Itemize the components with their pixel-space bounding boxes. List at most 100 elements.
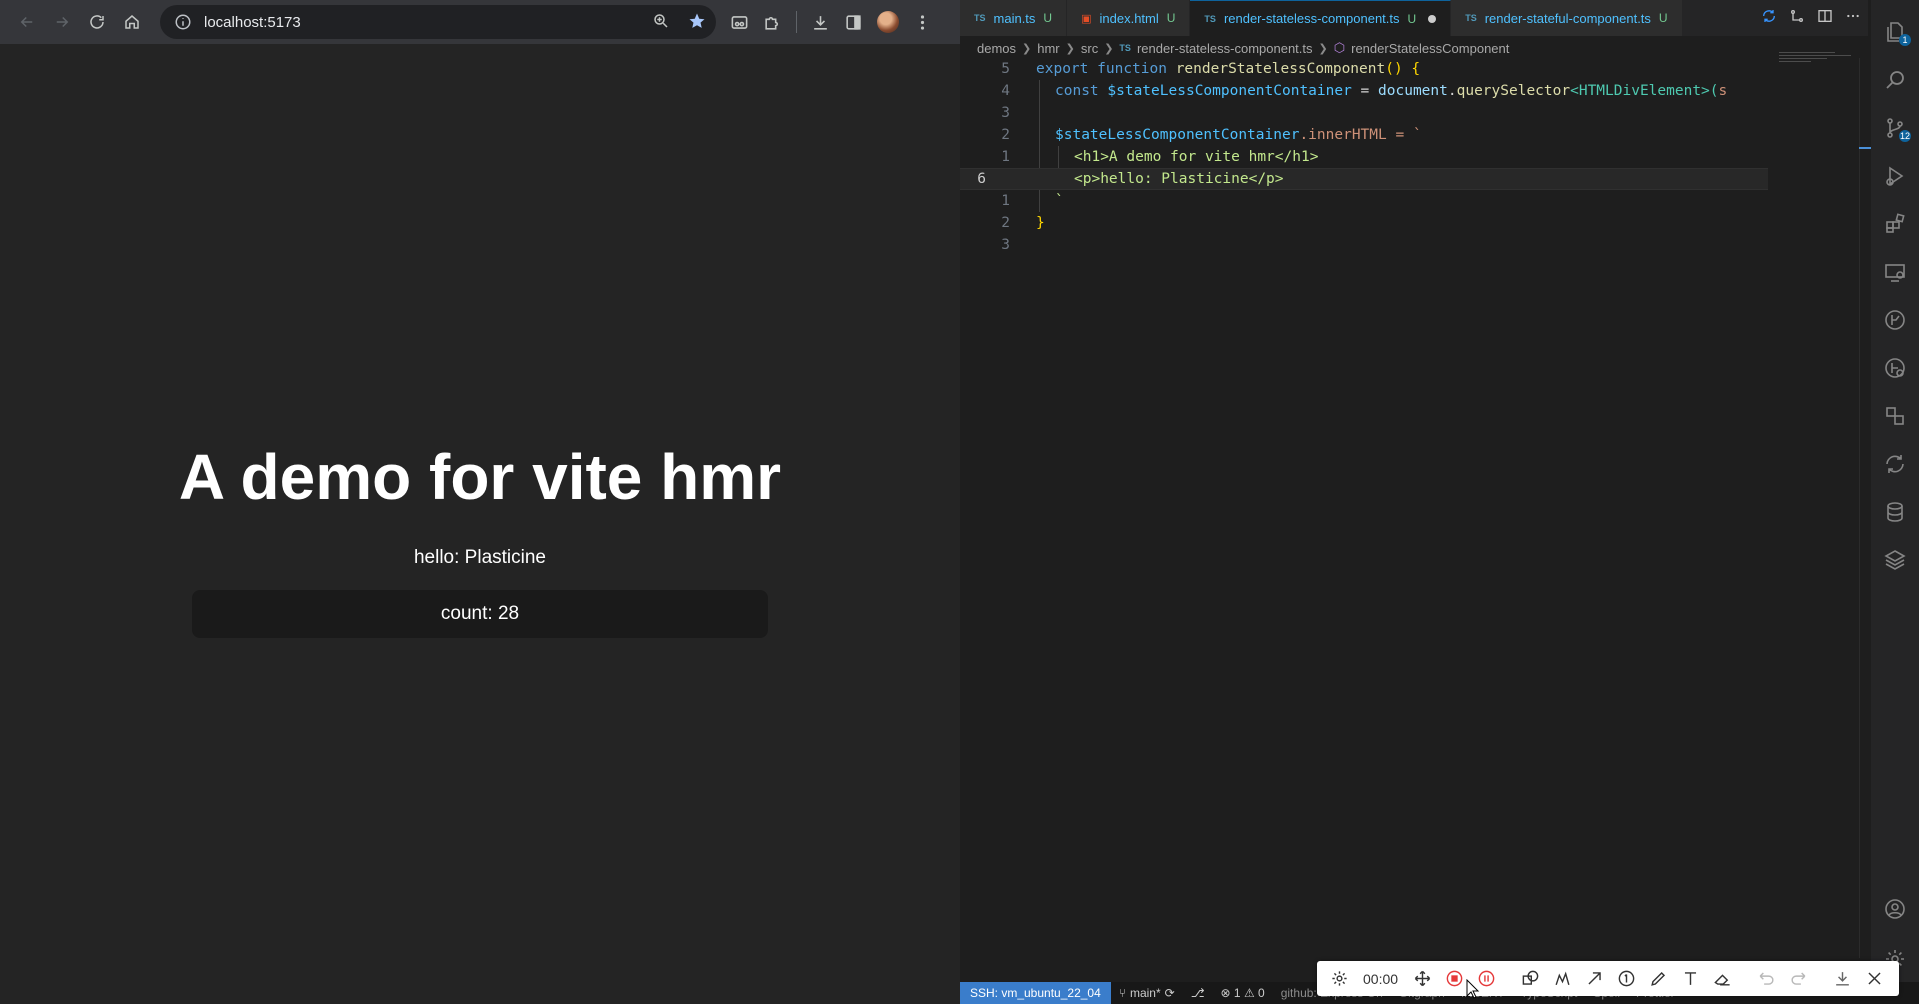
code-editor[interactable]: 5 export function renderStatelessCompone… (960, 58, 1860, 958)
close-recorder-button[interactable] (1858, 961, 1890, 996)
redo-icon (1791, 972, 1805, 985)
code-text: export function renderStatelessComponent… (1036, 61, 1421, 77)
html5-file-icon: ▣ (1081, 12, 1092, 25)
open-changes-icon[interactable] (1789, 8, 1805, 24)
extension-reader-icon[interactable] (730, 13, 749, 32)
breadcrumb-item[interactable]: render-stateless-component.ts (1137, 41, 1313, 56)
download-icon[interactable] (811, 13, 830, 32)
branch-label: main* (1129, 986, 1161, 1000)
recorder-settings-button[interactable] (1323, 961, 1355, 996)
database-button[interactable] (1871, 488, 1919, 536)
shape-tool-button[interactable] (1514, 961, 1546, 996)
gitlens-inspect-button[interactable] (1871, 344, 1919, 392)
breadcrumb-item[interactable]: renderStatelessComponent (1351, 41, 1509, 56)
mouse-cursor-icon (1466, 979, 1480, 999)
tab-render-stateful-component[interactable]: TS render-stateful-component.ts U (1451, 0, 1683, 36)
vscode-window: TS main.ts U ▣ index.html U TS render-st… (960, 0, 1919, 1004)
typescript-file-icon: TS (974, 13, 986, 23)
more-actions-icon[interactable] (1845, 8, 1861, 24)
explorer-button[interactable]: 1 (1871, 8, 1919, 56)
code-text: } (1036, 215, 1045, 231)
tab-label: index.html (1099, 10, 1159, 26)
profile-avatar[interactable] (877, 11, 899, 33)
live-share-button[interactable] (1871, 440, 1919, 488)
page-heading: A demo for vite hmr (178, 441, 782, 513)
untracked-marker: U (1407, 11, 1417, 26)
address-bar[interactable]: localhost:5173 (160, 5, 716, 39)
extensions-button[interactable] (1871, 200, 1919, 248)
remote-indicator[interactable]: SSH: vm_ubuntu_22_04 (960, 982, 1111, 1004)
tab-label: render-stateless-component.ts (1223, 11, 1400, 26)
layers-button[interactable] (1871, 536, 1919, 584)
extensions-puzzle-icon[interactable] (763, 13, 782, 32)
run-debug-button[interactable] (1871, 152, 1919, 200)
line-tool-button[interactable] (1546, 961, 1578, 996)
extensions-icon (1886, 213, 1905, 233)
code-line: 4 const $stateLessComponentContainer = d… (960, 80, 1860, 102)
editor-scrollbar[interactable] (1859, 58, 1860, 958)
gitlens-button[interactable] (1871, 296, 1919, 344)
tab-index-html[interactable]: ▣ index.html U (1067, 0, 1191, 36)
eraser-icon (1713, 974, 1730, 986)
breadcrumb-item[interactable]: demos (977, 41, 1016, 56)
text-icon (1684, 972, 1696, 985)
star-icon[interactable] (688, 12, 706, 30)
branch-indicator[interactable]: ⑂ main* ⟳ (1111, 986, 1183, 1000)
symbol-method-icon: ⬡ (1333, 40, 1346, 55)
problems-indicator[interactable]: ⊗ 1 ⚠ 0 (1213, 986, 1273, 1000)
reload-icon (90, 15, 104, 29)
git-graph-button[interactable] (1871, 392, 1919, 440)
minimap[interactable] (1779, 52, 1859, 66)
save-recording-button[interactable] (1826, 961, 1858, 996)
forward-button[interactable] (45, 5, 79, 39)
back-button[interactable] (10, 5, 44, 39)
accounts-button[interactable] (1871, 885, 1919, 933)
sync-changes-icon[interactable] (1761, 8, 1777, 24)
toolbar-divider (796, 11, 797, 33)
eraser-tool-button[interactable] (1706, 961, 1738, 996)
tab-render-stateless-component[interactable]: TS render-stateless-component.ts U (1190, 0, 1452, 36)
remote-explorer-button[interactable] (1871, 248, 1919, 296)
numbered-circle-icon (1618, 970, 1634, 987)
tab-main-ts[interactable]: TS main.ts U (960, 0, 1068, 36)
breadcrumb-item[interactable]: hmr (1037, 41, 1059, 56)
untracked-marker: U (1658, 11, 1668, 25)
browser-window: localhost:5173 A demo for vite hmr hello… (0, 0, 960, 1004)
pencil-icon (1650, 971, 1665, 986)
code-line: 2 } (960, 212, 1860, 234)
step-number-button[interactable] (1610, 961, 1642, 996)
home-icon (125, 15, 139, 29)
info-icon[interactable] (174, 13, 192, 31)
line-number: 5 (1001, 61, 1010, 77)
line-number: 3 (1001, 105, 1010, 121)
git-branch-icon: ⑂ (1118, 986, 1126, 1000)
zoom-icon[interactable] (652, 12, 670, 30)
line-number: 1 (1001, 193, 1010, 209)
pen-tool-button[interactable] (1642, 961, 1674, 996)
breadcrumb-item[interactable]: src (1081, 41, 1098, 56)
move-toolbar-button[interactable] (1406, 961, 1438, 996)
source-control-button[interactable]: 12 (1871, 104, 1919, 152)
account-icon (1885, 899, 1905, 919)
split-editor-icon[interactable] (1817, 8, 1833, 24)
search-button[interactable] (1871, 56, 1919, 104)
redo-button[interactable] (1782, 961, 1814, 996)
count-button[interactable]: count: 28 (192, 590, 768, 638)
scm-badge: 12 (1899, 130, 1911, 142)
home-button[interactable] (115, 5, 149, 39)
chevron-right-icon: ❯ (1022, 42, 1032, 55)
text-tool-button[interactable] (1674, 961, 1706, 996)
reload-button[interactable] (80, 5, 114, 39)
side-panel-icon[interactable] (844, 13, 863, 32)
gitlens-status[interactable]: ⎇ (1183, 986, 1213, 1000)
kebab-menu-icon[interactable] (913, 13, 932, 32)
code-line: 1 <h1>A demo for vite hmr</h1> (960, 146, 1860, 168)
line-number: 2 (1001, 127, 1010, 143)
undo-button[interactable] (1750, 961, 1782, 996)
arrow-tool-button[interactable] (1578, 961, 1610, 996)
activity-bar: 1 12 (1871, 0, 1919, 1004)
move-icon (1414, 970, 1430, 987)
undo-icon (1759, 972, 1774, 985)
unsaved-dot-icon[interactable] (1428, 14, 1437, 23)
arrow-diagonal-icon (1588, 972, 1601, 985)
